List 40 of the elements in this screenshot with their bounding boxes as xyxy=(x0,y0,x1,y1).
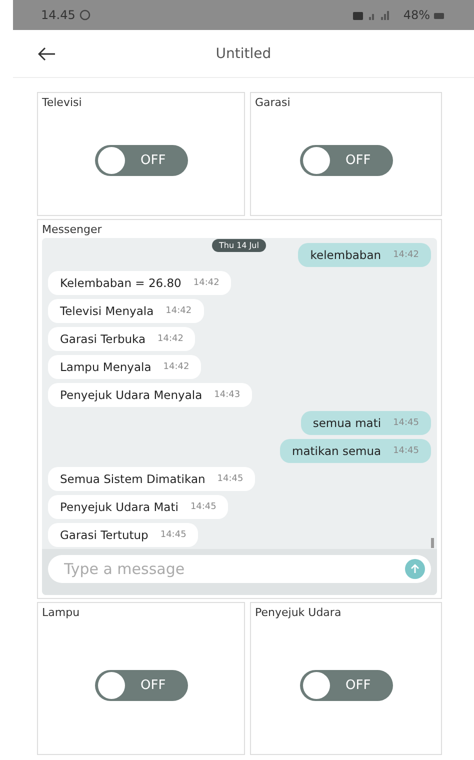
message-time: 14:42 xyxy=(393,250,419,260)
message-text: matikan semua xyxy=(292,444,382,458)
message-text: Garasi Terbuka xyxy=(60,332,146,346)
message-time: 14:45 xyxy=(190,502,216,512)
clock-time: 14.45 xyxy=(41,8,76,22)
page-title: Untitled xyxy=(216,46,272,62)
card-title: Messenger xyxy=(42,223,102,236)
message-text: Kelembaban = 26.80 xyxy=(60,276,182,290)
message-time: 14:45 xyxy=(393,446,419,456)
message-time: 14:45 xyxy=(393,418,419,428)
battery-level: 48% xyxy=(403,8,430,22)
arrow-up-icon xyxy=(410,564,420,574)
date-badge: Thu 14 Jul xyxy=(212,239,266,252)
message-time: 14:42 xyxy=(193,278,220,288)
toggle-switch[interactable]: OFF xyxy=(300,670,392,700)
card-title: Garasi xyxy=(255,96,290,109)
back-arrow-icon[interactable] xyxy=(38,46,56,60)
toggle-switch[interactable]: OFF xyxy=(94,145,188,176)
scrollbar xyxy=(431,538,434,548)
message-time: 14:45 xyxy=(217,474,244,484)
card-title: Lampu xyxy=(42,606,80,619)
message-text: Penyejuk Udara Menyala xyxy=(60,388,202,402)
message-time: 14:42 xyxy=(163,362,190,372)
message-time: 14:42 xyxy=(166,306,192,316)
message-field[interactable]: Type a message xyxy=(48,555,431,583)
message-text: kelembaban xyxy=(310,248,382,262)
toggle-switch[interactable]: OFF xyxy=(300,145,392,176)
message-text: Garasi Tertutup xyxy=(60,528,148,542)
message-text: Semua Sistem Dimatikan xyxy=(60,472,206,486)
message-time: 14:42 xyxy=(158,334,184,344)
card-title: Penyejuk Udara xyxy=(255,606,342,619)
message-time: 14:45 xyxy=(160,530,186,540)
message-text: semua mati xyxy=(312,416,382,430)
message-time: 14:43 xyxy=(214,390,240,400)
message-text: Televisi Menyala xyxy=(60,304,154,318)
toggle-switch[interactable]: OFF xyxy=(94,670,188,700)
card-title: Televisi xyxy=(42,96,82,109)
message-text: Penyejuk Udara Mati xyxy=(60,500,178,514)
message-text: Lampu Menyala xyxy=(60,360,152,374)
battery-icon xyxy=(434,10,444,20)
